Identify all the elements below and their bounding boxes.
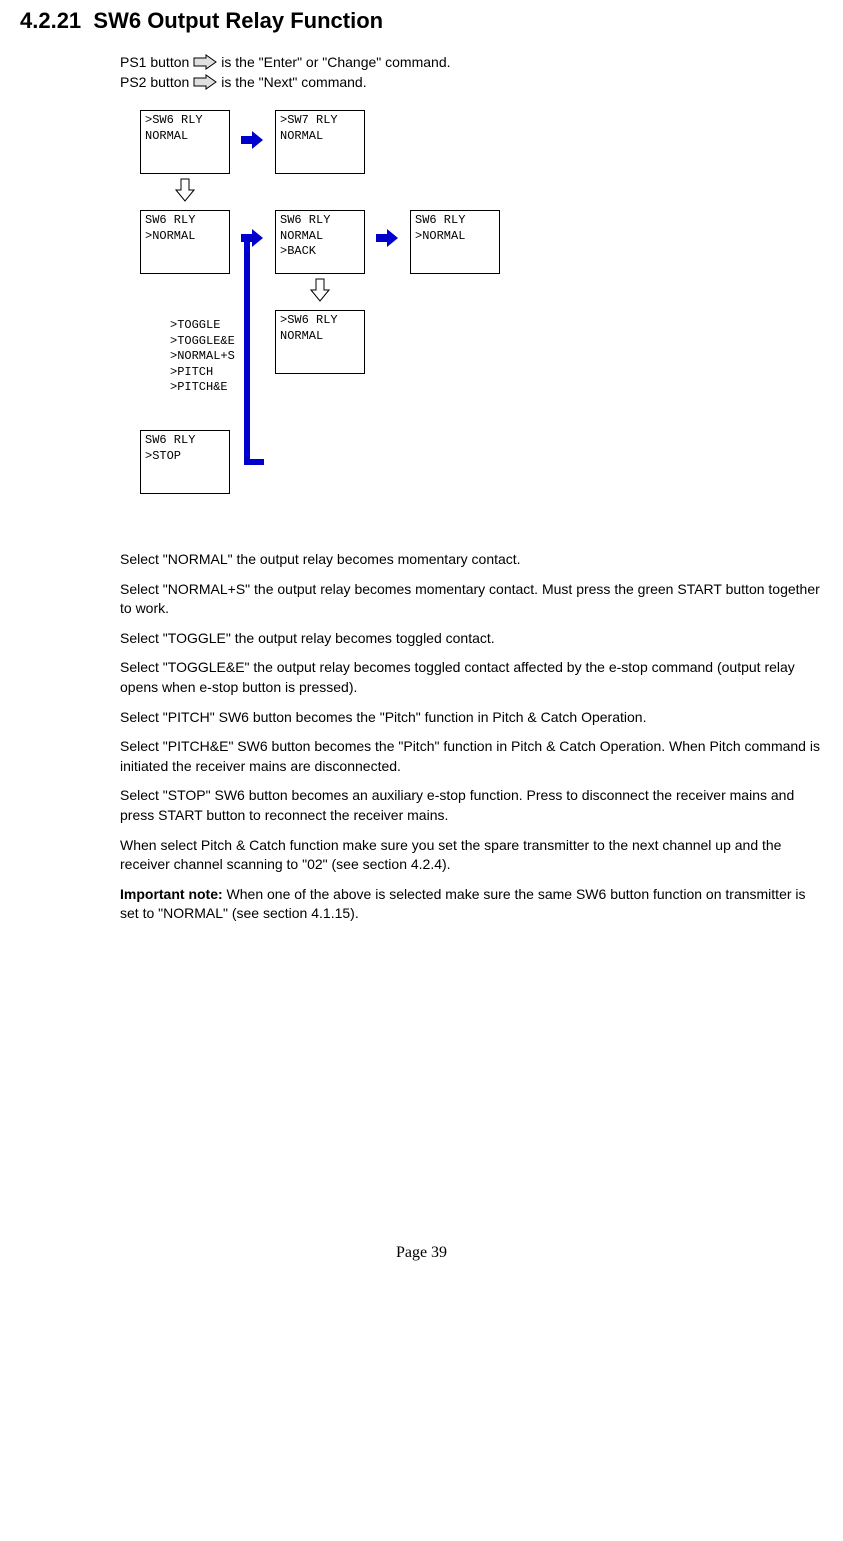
- intro-ps1-a: PS1 button: [120, 54, 189, 70]
- arrow-right-icon: [375, 228, 399, 252]
- screen-line: >SW6 RLY: [145, 113, 225, 129]
- para-stop: Select "STOP" SW6 button becomes an auxi…: [120, 786, 823, 825]
- section-heading: 4.2.21 SW6 Output Relay Function: [20, 8, 823, 34]
- para-toggle: Select "TOGGLE" the output relay becomes…: [120, 629, 823, 649]
- screen-sw6-stop: SW6 RLY >STOP: [140, 430, 230, 494]
- arrow-down-icon: [175, 178, 195, 206]
- screen-line: >SW6 RLY: [280, 313, 360, 329]
- arrow-down-icon: [310, 278, 330, 306]
- screen-sw6-normal-sel: SW6 RLY >NORMAL: [140, 210, 230, 274]
- screen-line: >NORMAL: [415, 229, 495, 245]
- screen-line: NORMAL: [280, 329, 360, 345]
- intro-block: PS1 button is the "Enter" or "Change" co…: [120, 54, 823, 90]
- screen-line: >BACK: [280, 244, 360, 260]
- screen-sw6-normal-back: SW6 RLY NORMAL >BACK: [275, 210, 365, 274]
- para-normal-s: Select "NORMAL+S" the output relay becom…: [120, 580, 823, 619]
- arrow-right-icon: [240, 130, 264, 154]
- para-pitch-catch-note: When select Pitch & Catch function make …: [120, 836, 823, 875]
- para-important-note: Important note: When one of the above is…: [120, 885, 823, 924]
- option-toggle-e: >TOGGLE&E: [170, 334, 235, 350]
- screen-line: NORMAL: [280, 229, 360, 245]
- options-list: >TOGGLE >TOGGLE&E >NORMAL+S >PITCH >PITC…: [170, 318, 235, 396]
- para-pitch: Select "PITCH" SW6 button becomes the "P…: [120, 708, 823, 728]
- screen-sw7-rly-normal: >SW7 RLY NORMAL: [275, 110, 365, 174]
- arrow-right-icon: [193, 74, 217, 90]
- screen-sw6-normal-bottom: >SW6 RLY NORMAL: [275, 310, 365, 374]
- screen-line: >SW7 RLY: [280, 113, 360, 129]
- screen-line: NORMAL: [145, 129, 225, 145]
- screen-sw6-normal-right: SW6 RLY >NORMAL: [410, 210, 500, 274]
- intro-ps1-b: is the "Enter" or "Change" command.: [221, 54, 450, 70]
- screen-line: NORMAL: [280, 129, 360, 145]
- intro-ps2-a: PS2 button: [120, 74, 189, 90]
- intro-ps2-b: is the "Next" command.: [221, 74, 366, 90]
- menu-diagram: >SW6 RLY NORMAL >SW7 RLY NORMAL SW6 RLY …: [120, 110, 823, 540]
- arrow-right-icon: [240, 228, 264, 252]
- page-number: Page 39: [20, 1244, 823, 1262]
- screen-line: SW6 RLY: [145, 433, 225, 449]
- para-toggle-e: Select "TOGGLE&E" the output relay becom…: [120, 658, 823, 697]
- para-normal: Select "NORMAL" the output relay becomes…: [120, 550, 823, 570]
- screen-line: SW6 RLY: [145, 213, 225, 229]
- option-toggle: >TOGGLE: [170, 318, 235, 334]
- para-pitch-e: Select "PITCH&E" SW6 button becomes the …: [120, 737, 823, 776]
- screen-line: >NORMAL: [145, 229, 225, 245]
- important-note-text: When one of the above is selected make s…: [120, 886, 806, 922]
- screen-line: SW6 RLY: [280, 213, 360, 229]
- screen-line: SW6 RLY: [415, 213, 495, 229]
- screen-sw6-rly-normal-top: >SW6 RLY NORMAL: [140, 110, 230, 174]
- arrow-right-icon: [193, 54, 217, 70]
- section-number: 4.2.21: [20, 8, 81, 33]
- option-pitch-e: >PITCH&E: [170, 380, 235, 396]
- screen-line: >STOP: [145, 449, 225, 465]
- option-pitch: >PITCH: [170, 365, 235, 381]
- body-content: Select "NORMAL" the output relay becomes…: [120, 550, 823, 924]
- section-title: SW6 Output Relay Function: [93, 8, 383, 33]
- option-normal-s: >NORMAL+S: [170, 349, 235, 365]
- important-note-label: Important note:: [120, 886, 223, 902]
